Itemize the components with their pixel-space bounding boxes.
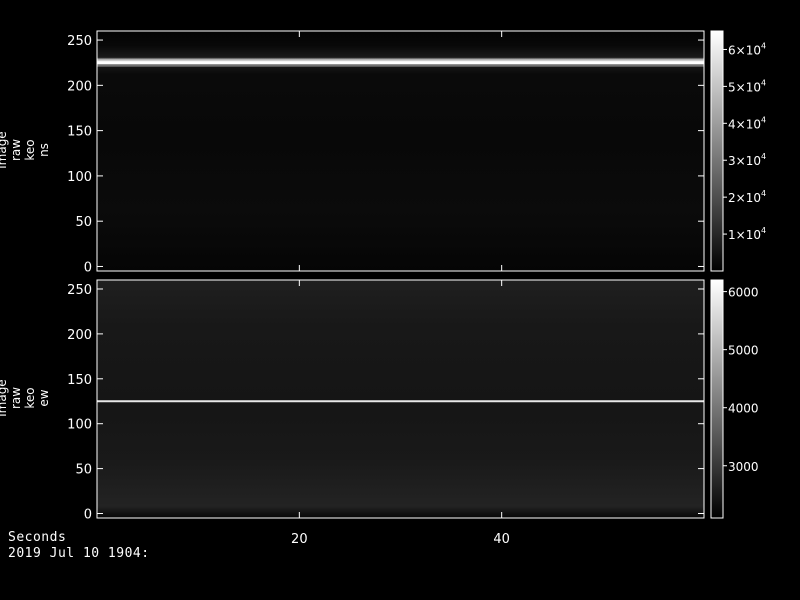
y-tick-label: 0 [84,260,92,275]
heatmap-image [97,280,704,518]
colorbar [710,30,724,272]
colorbar-tick-exponent: 4 [761,152,766,161]
x-axis-title: Seconds [8,530,67,545]
colorbar-tick-mantissa: 1×10 [728,228,761,242]
y-tick-label: 100 [67,170,92,185]
colorbar-tick-exponent: 4 [761,115,766,124]
y-tick-label: 200 [67,79,92,94]
colorbar-tick-exponent: 4 [761,41,766,50]
y-axis-label-line: raw [9,387,23,409]
colorbar-tick-label: 5000 [728,344,759,358]
colorbar-tick-label: 6000 [728,286,759,300]
y-axis-label: imagerawkeoew [0,379,51,416]
y-tick-label: 150 [67,125,92,140]
colorbar-tick-exponent: 4 [761,189,766,198]
top-panel: 050100150200250imagerawkeons1×1042×1043×… [0,30,766,275]
figure: 050100150200250imagerawkeons1×1042×1043×… [0,30,766,547]
colorbar-tick-mantissa: 5×10 [728,80,761,94]
y-axis-label-line: keo [23,387,37,408]
colorbar-tick-mantissa: 4×10 [728,117,761,131]
y-tick-label: 250 [67,34,92,49]
colorbar-tick-label: 3000 [728,460,759,474]
colorbar-tick-label: 6×104 [728,41,766,57]
colorbar-tick-label: 1×104 [728,226,766,242]
colorbar-tick-mantissa: 6×10 [728,43,761,57]
colorbar-tick-label: 3×104 [728,152,766,168]
colorbar-tick-label: 5×104 [728,78,766,94]
y-tick-label: 100 [67,418,92,433]
colorbar [710,279,724,519]
x-tick-label: 40 [493,532,510,547]
colorbar-tick-label: 4×104 [728,115,766,131]
colorbar-tick-mantissa: 2×10 [728,191,761,205]
y-axis-label-line: image [0,131,9,168]
colorbar-tick-label: 4000 [728,402,759,416]
y-tick-label: 150 [67,373,92,388]
y-axis-label-line: ew [37,389,51,406]
y-tick-label: 250 [67,283,92,298]
y-axis-label: imagerawkeons [0,131,51,168]
heatmap-band [97,61,704,65]
y-tick-label: 0 [84,508,92,523]
x-tick-label: 20 [291,532,308,547]
colorbar-tick-mantissa: 3×10 [728,154,761,168]
y-axis-label-line: ns [37,143,51,157]
y-tick-label: 200 [67,328,92,343]
heatmap-line [97,400,704,403]
colorbar-tick-exponent: 4 [761,226,766,235]
y-axis-label-line: image [0,379,9,416]
date-label: 2019 Jul 10 1904: [8,546,150,561]
y-tick-label: 50 [75,215,92,230]
y-axis-label-line: raw [9,139,23,161]
heatmap-image [97,31,704,271]
colorbar-tick-exponent: 4 [761,78,766,87]
y-axis-label-line: keo [23,139,37,160]
bottom-panel: 0 50 100 150 200 250 20 40 imagerawkeoew 3000 4000… [0,279,759,547]
y-tick-label: 50 [75,463,92,478]
colorbar-tick-label: 2×104 [728,189,766,205]
